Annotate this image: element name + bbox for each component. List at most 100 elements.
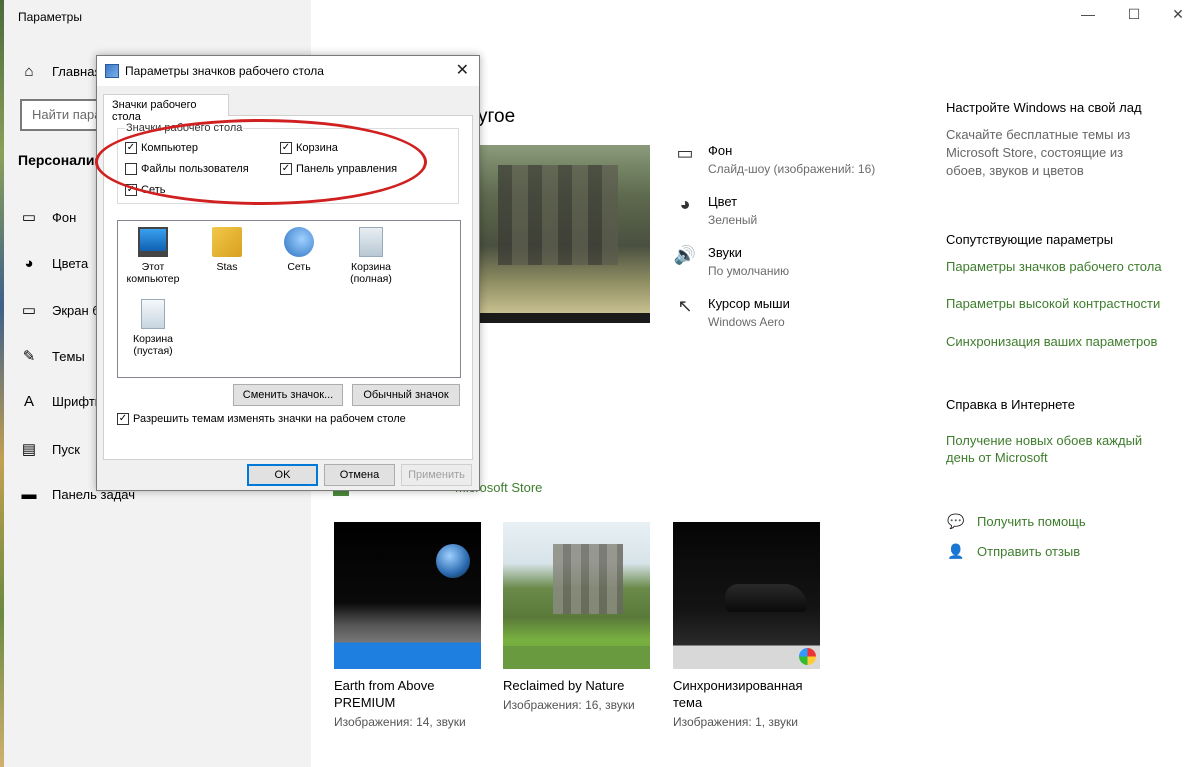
brush-icon: ✎ <box>22 348 36 365</box>
home-icon: ⌂ <box>24 63 34 80</box>
sync-settings-link[interactable]: Синхронизация ваших параметров <box>946 333 1176 350</box>
theme-thumbnail <box>673 522 820 669</box>
theme-tile-reclaimed[interactable]: Reclaimed by Nature Изображения: 16, зву… <box>503 522 650 712</box>
prop-title: Курсор мыши <box>708 296 790 311</box>
prop-value: Windows Aero <box>708 315 785 329</box>
lock-screen-icon: ▭ <box>21 302 37 319</box>
palette-icon: ◕ <box>24 255 34 272</box>
icon-label: Этот компьютер <box>126 261 180 285</box>
recycle-bin-empty-icon <box>141 299 165 329</box>
prop-value: По умолчанию <box>708 264 790 278</box>
sidebar-item-start[interactable]: ▤ Пуск <box>18 440 80 458</box>
get-help-label: Получить помощь <box>977 514 1086 529</box>
theme-tile-earth[interactable]: Earth from Above PREMIUM Изображения: 14… <box>334 522 481 729</box>
page-title: угое <box>478 106 516 127</box>
right-heading-customize: Настройте Windows на свой лад <box>946 100 1142 115</box>
speaker-icon: 🔊 <box>673 245 697 265</box>
chat-help-icon: 💬 <box>947 513 965 529</box>
dialog-app-icon <box>105 64 119 78</box>
maximize-button[interactable]: ☐ <box>1122 6 1146 23</box>
recycle-bin-full-icon <box>359 227 383 257</box>
apply-button[interactable]: Применить <box>401 464 472 486</box>
checkbox-allow-themes[interactable]: ✓ Разрешить темам изменять значки на раб… <box>117 413 406 425</box>
feedback-label: Отправить отзыв <box>977 544 1081 559</box>
list-item[interactable]: Stas <box>192 227 262 273</box>
theme-prop-background[interactable]: ▭ Фон Слайд-шоу (изображений: 16) <box>672 143 875 176</box>
cancel-button[interactable]: Отмена <box>324 464 395 486</box>
list-item[interactable]: Корзина (пустая) <box>118 299 188 357</box>
network-icon <box>284 227 314 257</box>
font-icon: A <box>23 393 34 410</box>
list-item[interactable]: Этот компьютер <box>118 227 188 285</box>
dialog-title: Параметры значков рабочего стола <box>125 64 324 78</box>
palette-icon: ◕ <box>679 194 691 214</box>
theme-prop-sounds[interactable]: 🔊 Звуки По умолчанию <box>672 245 789 278</box>
change-icon-button[interactable]: Сменить значок... <box>233 384 343 406</box>
icon-label: Корзина (пустая) <box>133 333 173 357</box>
picture-icon: ▭ <box>676 143 694 163</box>
theme-meta: Изображения: 14, звуки <box>334 715 466 729</box>
cursor-icon: ↖ <box>677 296 693 316</box>
start-icon: ▤ <box>21 441 37 458</box>
sidebar-item-label: Пуск <box>52 441 80 457</box>
theme-name: Reclaimed by Nature <box>503 678 625 693</box>
sidebar-item-themes[interactable]: ✎ Темы <box>18 347 85 365</box>
list-item[interactable]: Сеть <box>264 227 334 273</box>
prop-value: Зеленый <box>708 213 758 227</box>
sidebar-item-background[interactable]: ▭ Фон <box>18 208 76 226</box>
theme-prop-cursor[interactable]: ↖ Курсор мыши Windows Aero <box>672 296 790 329</box>
taskbar-icon: ▬ <box>21 486 37 503</box>
list-item[interactable]: Корзина (полная) <box>336 227 406 285</box>
right-description: Скачайте бесплатные темы из Microsoft St… <box>946 127 1131 178</box>
desktop-icon-settings-link[interactable]: Параметры значков рабочего стола <box>946 258 1176 275</box>
theme-meta: Изображения: 1, звуки <box>673 715 798 729</box>
theme-thumbnail <box>503 522 650 669</box>
default-icon-button[interactable]: Обычный значок <box>352 384 460 406</box>
sidebar-item-label: Экран б <box>52 302 100 318</box>
color-wheel-icon <box>799 648 816 665</box>
sidebar-item-colors[interactable]: ◕ Цвета <box>18 255 88 272</box>
icon-label: Сеть <box>287 261 311 273</box>
feedback-icon: 👤 <box>947 543 965 559</box>
desktop-icon-list[interactable]: Этот компьютер Stas Сеть Корзина (полная… <box>117 220 461 378</box>
user-folder-icon <box>212 227 242 257</box>
sidebar-item-fonts[interactable]: A Шрифты <box>18 393 104 410</box>
feedback-link[interactable]: 👤 Отправить отзыв <box>946 543 1080 560</box>
section-title: Персонализ <box>18 152 102 168</box>
get-help-link[interactable]: 💬 Получить помощь <box>946 513 1086 530</box>
icon-label: Корзина (полная) <box>350 261 392 285</box>
tab-desktop-icons[interactable]: Значки рабочего стола <box>103 94 229 123</box>
sidebar-item-label: Цвета <box>52 256 89 271</box>
icon-label: Stas <box>216 261 238 273</box>
computer-icon <box>138 227 168 257</box>
picture-icon: ▭ <box>21 209 37 226</box>
theme-thumbnail <box>334 522 481 669</box>
theme-prop-color[interactable]: ◕ Цвет Зеленый <box>672 194 758 227</box>
theme-name: Earth from Above PREMIUM <box>334 678 435 710</box>
prop-title: Звуки <box>708 245 742 260</box>
sidebar-item-label: Фон <box>52 209 77 225</box>
sidebar-item-label: Темы <box>52 348 85 364</box>
theme-preview <box>478 145 650 323</box>
dialog-titlebar[interactable]: Параметры значков рабочего стола ✕ <box>97 56 479 86</box>
minimize-button[interactable]: — <box>1076 6 1100 22</box>
theme-name: Синхронизированная тема <box>673 678 803 710</box>
prop-value: Слайд-шоу (изображений: 16) <box>708 162 876 176</box>
prop-title: Цвет <box>708 194 738 209</box>
theme-tile-sync[interactable]: Синхронизированная тема Изображения: 1, … <box>673 522 820 729</box>
close-button[interactable]: ✕ <box>1166 6 1190 23</box>
checkbox-checked-icon: ✓ <box>117 413 129 425</box>
app-title: Параметры <box>18 10 82 24</box>
ok-button[interactable]: OK <box>247 464 318 486</box>
sidebar-item-lock-screen[interactable]: ▭ Экран б <box>18 301 100 319</box>
right-heading-related: Сопутствующие параметры <box>946 232 1114 247</box>
sidebar-item-label: Главная <box>52 64 102 79</box>
right-heading-help: Справка в Интернете <box>946 397 1075 412</box>
checkbox-label: Разрешить темам изменять значки на рабоч… <box>133 413 406 425</box>
annotation-ellipse <box>95 119 427 205</box>
sidebar-item-home[interactable]: ⌂ Главная <box>18 63 101 80</box>
theme-meta: Изображения: 16, звуки <box>503 698 635 712</box>
dialog-close-button[interactable]: ✕ <box>456 60 469 80</box>
daily-wallpaper-link[interactable]: Получение новых обоев каждый день от Mic… <box>946 432 1166 466</box>
high-contrast-link[interactable]: Параметры высокой контрастности <box>946 295 1176 312</box>
